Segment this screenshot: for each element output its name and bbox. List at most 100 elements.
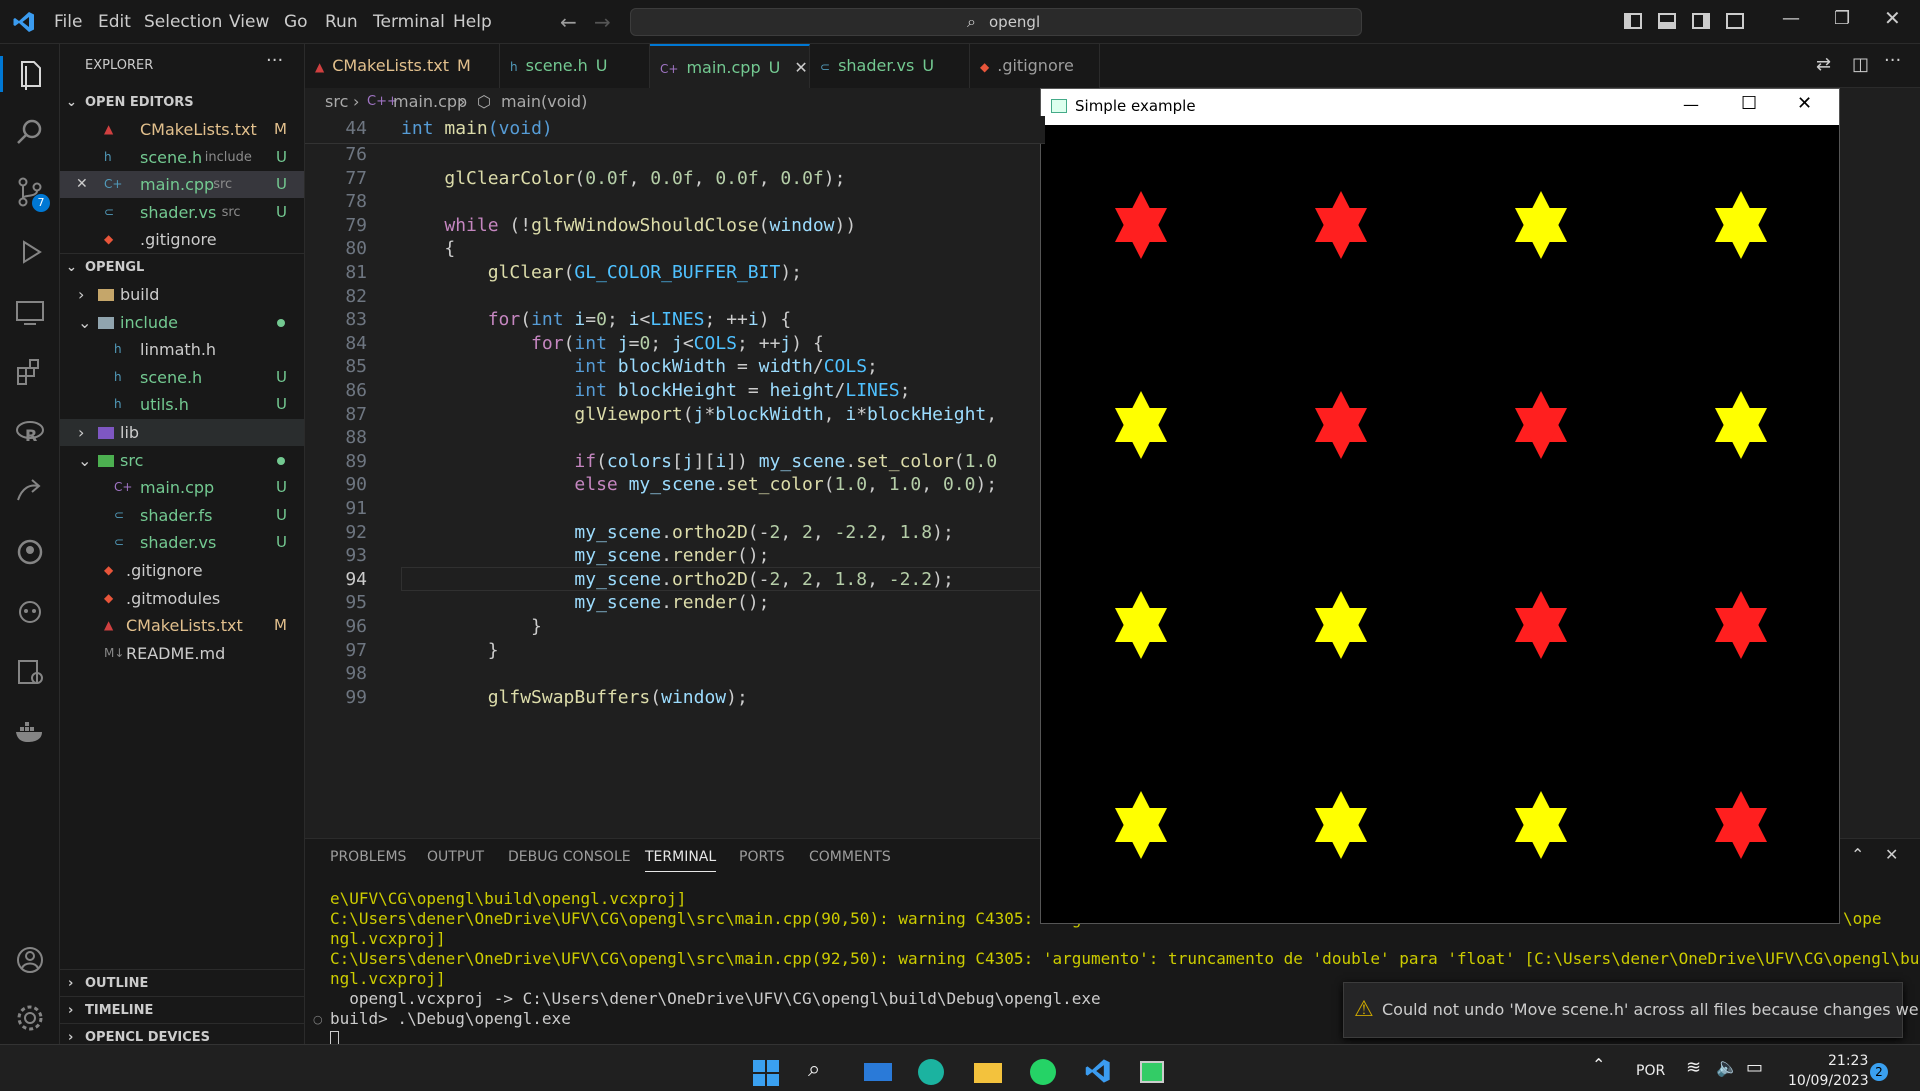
remote-explorer-icon[interactable] <box>12 294 48 330</box>
whatsapp-icon[interactable] <box>1030 1059 1056 1085</box>
copilot-icon[interactable] <box>12 594 48 630</box>
file-item[interactable]: h linmath.h <box>60 336 304 363</box>
github-icon[interactable] <box>12 534 48 570</box>
file-item[interactable]: ◆ .gitignore <box>60 557 304 584</box>
windows-start-icon[interactable] <box>752 1059 780 1086</box>
source-control-icon[interactable]: 7 <box>12 174 50 212</box>
opencl-devices-section[interactable]: › OPENCL DEVICES <box>60 1023 304 1044</box>
close-icon[interactable]: ✕ <box>1797 93 1812 114</box>
remote-settings-icon[interactable] <box>12 654 48 690</box>
search-icon[interactable] <box>12 114 48 150</box>
panel-tab[interactable]: PORTS <box>739 849 785 865</box>
panel-tab[interactable]: OUTPUT <box>427 849 484 865</box>
wifi-icon[interactable]: ≋ <box>1686 1057 1701 1078</box>
timeline-section[interactable]: › TIMELINE <box>60 996 304 1023</box>
split-editor-icon[interactable]: ◫ <box>1852 54 1869 75</box>
editor-tab[interactable]: ⊂ shader.vs U <box>810 44 970 88</box>
toggle-secondary-sidebar-icon[interactable] <box>1692 13 1710 29</box>
minimize-icon[interactable]: — <box>1683 95 1699 114</box>
open-editors-header[interactable]: ⌄ OPEN EDITORS <box>60 89 304 116</box>
customize-layout-icon[interactable] <box>1726 13 1744 29</box>
notification-toast[interactable]: ⚠ Could not undo 'Move scene.h' across a… <box>1343 982 1920 1038</box>
simple-example-window[interactable]: Simple example — ☐ ✕ <box>1040 88 1840 924</box>
file-item[interactable]: C+ main.cpp U <box>60 474 304 501</box>
project-header[interactable]: ⌄ OPENGL <box>60 253 304 280</box>
maximize-icon[interactable]: ☐ <box>1741 93 1757 114</box>
window-title-bar[interactable]: Simple example — ☐ ✕ <box>1041 89 1839 125</box>
show-hidden-icons-icon[interactable]: ⌃ <box>1592 1055 1605 1074</box>
panel-tab[interactable]: DEBUG CONSOLE <box>508 849 631 865</box>
clock-date[interactable]: 10/09/2023 <box>1788 1073 1869 1089</box>
account-icon[interactable] <box>12 942 48 978</box>
restore-icon[interactable]: ❐ <box>1834 8 1850 29</box>
live-share-icon[interactable] <box>12 474 48 510</box>
language-indicator[interactable]: POR <box>1636 1063 1665 1079</box>
menu-selection[interactable]: Selection <box>144 12 222 32</box>
editor-tab[interactable]: ▲ CMakeLists.txt M <box>305 44 500 88</box>
back-arrow-icon[interactable]: ← <box>560 10 577 34</box>
panel-tab[interactable]: TERMINAL <box>645 849 717 872</box>
editor-tab[interactable]: ◆ .gitignore <box>970 44 1100 88</box>
file-item[interactable]: h utils.h U <box>60 391 304 418</box>
menu-help[interactable]: Help <box>453 12 492 32</box>
docker-icon[interactable] <box>12 714 48 750</box>
menu-go[interactable]: Go <box>284 12 308 32</box>
clock-time[interactable]: 21:23 <box>1828 1053 1868 1069</box>
close-icon[interactable]: ✕ <box>76 171 88 198</box>
run-debug-icon[interactable] <box>12 234 48 270</box>
folder-item[interactable]: ⌄ src <box>60 447 304 474</box>
file-item[interactable]: ⊂ shader.vs U <box>60 529 304 556</box>
code-editor[interactable]: 44 int main(void) 76 77 glClearColor(0.0f… <box>305 116 1045 838</box>
open-editor-item[interactable]: ▲ CMakeLists.txt M <box>60 116 304 143</box>
file-item[interactable]: ⊂ shader.fs U <box>60 502 304 529</box>
file-explorer-icon[interactable] <box>974 1063 1002 1083</box>
close-icon[interactable]: ✕ <box>1884 6 1901 30</box>
outline-section[interactable]: › OUTLINE <box>60 969 304 996</box>
open-editor-item[interactable]: ⊂ shader.vs src U <box>60 199 304 226</box>
minimize-icon[interactable]: — <box>1782 8 1800 29</box>
folder-item[interactable]: › build <box>60 281 304 308</box>
breadcrumb-file[interactable]: main.cpp <box>393 88 467 116</box>
menu-view[interactable]: View <box>229 12 269 32</box>
more-editor-actions-icon[interactable]: ··· <box>1884 50 1901 71</box>
open-editor-item[interactable]: ◆ .gitignore <box>60 226 304 253</box>
open-editor-item[interactable]: ✕ C+ main.cpp src U <box>60 171 304 198</box>
editor-tab[interactable]: h scene.h U <box>500 44 650 88</box>
menu-terminal[interactable]: Terminal <box>373 12 445 32</box>
toggle-sidebar-icon[interactable] <box>1624 13 1642 29</box>
menu-edit[interactable]: Edit <box>98 12 131 32</box>
panel-tab[interactable]: COMMENTS <box>809 849 891 865</box>
menu-file[interactable]: File <box>54 12 82 32</box>
edge-icon[interactable] <box>918 1059 944 1085</box>
file-item[interactable]: ▲ CMakeLists.txt M <box>60 612 304 639</box>
extensions-icon[interactable] <box>12 354 48 390</box>
minimap[interactable] <box>1840 116 1910 838</box>
compare-changes-icon[interactable]: ⇄ <box>1816 54 1831 75</box>
command-center-search[interactable]: ⌕ opengl <box>630 8 1362 36</box>
open-editor-item[interactable]: h scene.h include U <box>60 144 304 171</box>
close-tab-icon[interactable]: ✕ <box>794 58 807 77</box>
file-item[interactable]: ◆ .gitmodules <box>60 585 304 612</box>
notification-count-badge[interactable]: 2 <box>1870 1063 1888 1081</box>
close-panel-icon[interactable]: ✕ <box>1885 845 1898 864</box>
folder-item[interactable]: › lib <box>60 419 304 446</box>
volume-icon[interactable]: 🔈 <box>1716 1057 1738 1078</box>
battery-icon[interactable]: ▭ <box>1746 1057 1763 1078</box>
menu-run[interactable]: Run <box>325 12 358 32</box>
toggle-panel-icon[interactable] <box>1658 13 1676 29</box>
file-item[interactable]: h scene.h U <box>60 364 304 391</box>
editor-tab[interactable]: C+ main.cpp U ✕ <box>650 44 810 88</box>
mail-icon[interactable] <box>864 1063 892 1081</box>
settings-gear-icon[interactable] <box>12 1000 48 1036</box>
forward-arrow-icon[interactable]: → <box>594 10 611 34</box>
breadcrumb-src[interactable]: src <box>325 88 348 116</box>
r-language-icon[interactable]: R <box>12 414 48 450</box>
file-item[interactable]: M↓ README.md <box>60 640 304 667</box>
panel-tab[interactable]: PROBLEMS <box>330 849 406 865</box>
explorer-icon[interactable] <box>12 56 48 92</box>
maximize-panel-icon[interactable]: ⌃ <box>1851 845 1864 864</box>
more-actions-icon[interactable]: ··· <box>266 50 283 71</box>
search-icon[interactable]: ⌕ <box>808 1057 820 1082</box>
folder-item[interactable]: ⌄ include <box>60 309 304 336</box>
breadcrumb-symbol[interactable]: main(void) <box>501 88 587 116</box>
